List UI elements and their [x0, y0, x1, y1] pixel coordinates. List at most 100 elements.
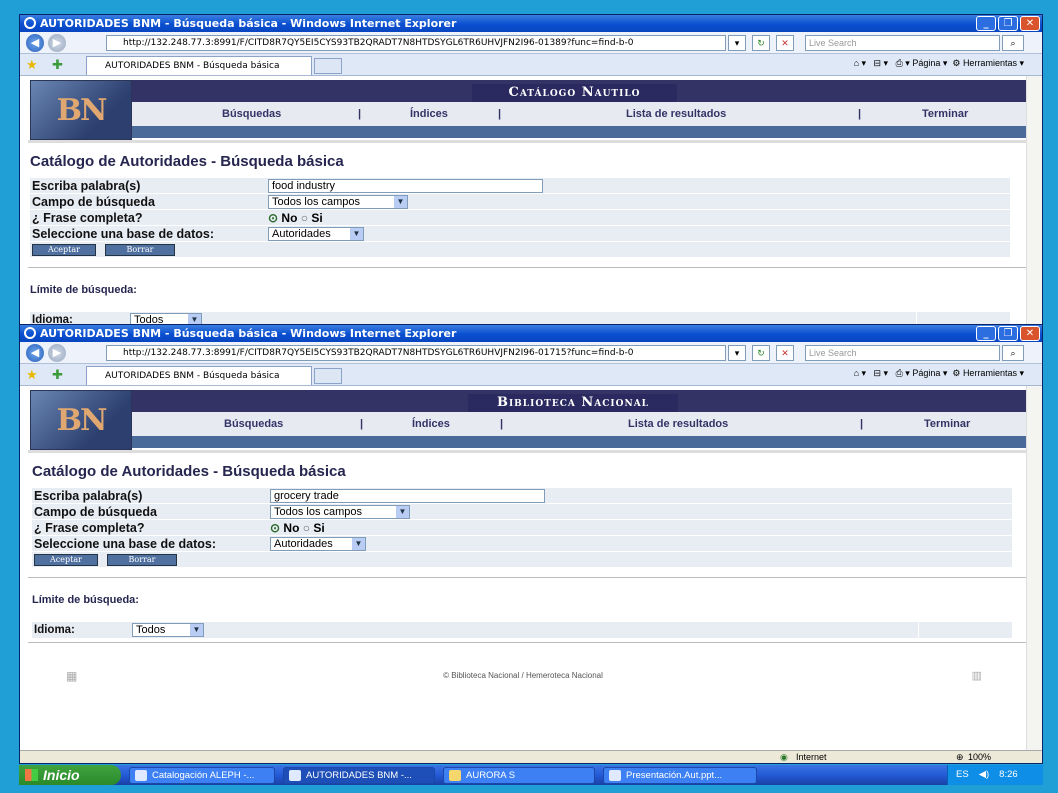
nav-terminar[interactable]: Terminar: [922, 108, 968, 120]
nav-lista-resultados[interactable]: Lista de resultados: [628, 418, 728, 430]
nav-sep: |: [498, 108, 502, 120]
stop-icon[interactable]: ✕: [776, 345, 794, 361]
internet-zone-icon: ◉: [780, 752, 788, 762]
aceptar-button[interactable]: Aceptar: [34, 553, 98, 566]
borrar-button[interactable]: Borrar: [107, 553, 177, 566]
campo-value: Todos los campos: [272, 195, 361, 208]
address-bar: ◀ ▶ http://132.248.77.3:8991/F/CITD8R7QY…: [20, 342, 1042, 364]
favorites-bar: ★ ✚ AUTORIDADES BNM - Búsqueda básica ⌂ …: [20, 364, 1042, 386]
task-presentacion[interactable]: Presentación.Aut.ppt...: [603, 766, 757, 784]
back-icon[interactable]: ◀: [26, 344, 44, 362]
dropdown-arrow-icon[interactable]: ▾: [728, 345, 746, 361]
title-bar[interactable]: AUTORIDADES BNM - Búsqueda básica - Wind…: [20, 15, 1042, 32]
page-menu[interactable]: Página: [912, 368, 940, 378]
divider: [28, 642, 1034, 643]
aceptar-button[interactable]: Aceptar: [32, 243, 96, 256]
close-button[interactable]: ✕: [1020, 16, 1040, 31]
volume-icon[interactable]: ◀): [979, 765, 989, 785]
forward-icon[interactable]: ▶: [48, 34, 66, 52]
stop-icon[interactable]: ✕: [776, 35, 794, 51]
tools-menu[interactable]: Herramientas: [963, 368, 1017, 378]
frase-label: ¿ Frase completa?: [32, 210, 143, 225]
radio-no-label: No: [283, 520, 300, 535]
borrar-button[interactable]: Borrar: [105, 243, 175, 256]
radio-si[interactable]: ○: [301, 211, 308, 225]
divider: [28, 140, 1034, 143]
limite-heading: Límite de búsqueda:: [30, 284, 137, 296]
browser-window-back: AUTORIDADES BNM - Búsqueda básica - Wind…: [19, 14, 1043, 326]
nav-indices[interactable]: Índices: [412, 418, 450, 430]
base-select[interactable]: Autoridades ▼: [268, 226, 364, 241]
nav-lista-resultados[interactable]: Lista de resultados: [626, 108, 726, 120]
maximize-button[interactable]: ❐: [998, 326, 1018, 341]
radio-no[interactable]: ⊙: [268, 211, 278, 225]
forward-icon[interactable]: ▶: [48, 344, 66, 362]
taskbar: Inicio Catalogación ALEPH -... AUTORIDAD…: [19, 765, 1043, 785]
start-button[interactable]: Inicio: [19, 765, 121, 785]
add-favorites-icon[interactable]: ✚: [52, 57, 63, 73]
palabra-label: Escriba palabra(s): [34, 488, 143, 503]
add-favorites-icon[interactable]: ✚: [52, 367, 63, 383]
status-zone: Internet: [796, 752, 827, 762]
task-aurora[interactable]: AURORA S: [443, 766, 595, 784]
browser-window-front: AUTORIDADES BNM - Búsqueda básica - Wind…: [19, 324, 1043, 764]
status-bar: ◉ Internet ⊕ 100%: [20, 750, 1042, 763]
nav-indices[interactable]: Índices: [410, 108, 448, 120]
footer-copyright: © Biblioteca Nacional / Hemeroteca Nacio…: [443, 671, 603, 680]
url-input[interactable]: http://132.248.77.3:8991/F/CITD8R7QY5EI5…: [106, 35, 726, 51]
main-nav: Búsquedas | Índices | Lista de resultado…: [132, 412, 1026, 436]
task-autoridades[interactable]: AUTORIDADES BNM -...: [283, 766, 435, 784]
banner-stripe: [132, 436, 1026, 448]
minimize-button[interactable]: _: [976, 326, 996, 341]
base-select[interactable]: Autoridades ▼: [270, 536, 366, 551]
divider: [28, 450, 1034, 453]
favorites-star-icon[interactable]: ★: [26, 367, 38, 383]
campo-label: Campo de búsqueda: [32, 194, 155, 209]
bn-banner: BN Catálogo Nautilo Búsquedas | Índices …: [20, 76, 1042, 140]
page-menu[interactable]: Página: [912, 58, 940, 68]
campo-select[interactable]: Todos los campos ▼: [270, 504, 410, 519]
back-icon[interactable]: ◀: [26, 34, 44, 52]
banner-title: Biblioteca Nacional: [468, 394, 678, 412]
radio-si[interactable]: ○: [303, 521, 310, 535]
live-search-input[interactable]: Live Search: [805, 345, 1000, 361]
chevron-down-icon: ▼: [190, 624, 203, 636]
language-indicator[interactable]: ES: [956, 765, 969, 785]
divider: [28, 577, 1034, 578]
task-label: Catalogación ALEPH -...: [152, 769, 255, 781]
task-catalogacion[interactable]: Catalogación ALEPH -...: [129, 766, 275, 784]
tab-autoridades[interactable]: AUTORIDADES BNM - Búsqueda básica: [86, 56, 312, 75]
status-zoom[interactable]: 100%: [968, 752, 991, 762]
divider: [28, 267, 1034, 268]
nav-sep: |: [500, 418, 504, 430]
maximize-button[interactable]: ❐: [998, 16, 1018, 31]
new-tab-button[interactable]: [314, 58, 342, 74]
nav-busquedas[interactable]: Búsquedas: [222, 108, 281, 120]
chevron-down-icon: ▼: [394, 195, 407, 208]
url-input[interactable]: http://132.248.77.3:8991/F/CITD8R7QY5EI5…: [106, 345, 726, 361]
favorites-star-icon[interactable]: ★: [26, 57, 38, 73]
refresh-icon[interactable]: ↻: [752, 35, 770, 51]
search-icon[interactable]: ⌕: [1002, 35, 1024, 51]
dropdown-arrow-icon[interactable]: ▾: [728, 35, 746, 51]
new-tab-button[interactable]: [314, 368, 342, 384]
page-title: Catálogo de Autoridades - Búsqueda básic…: [30, 153, 344, 170]
refresh-icon[interactable]: ↻: [752, 345, 770, 361]
live-search-input[interactable]: Live Search: [805, 35, 1000, 51]
tools-menu[interactable]: Herramientas: [963, 58, 1017, 68]
minimize-button[interactable]: _: [976, 16, 996, 31]
search-icon[interactable]: ⌕: [1002, 345, 1024, 361]
idioma-row: Idioma: Todos ▼: [32, 622, 1012, 638]
campo-select[interactable]: Todos los campos ▼: [268, 194, 408, 209]
title-bar[interactable]: AUTORIDADES BNM - Búsqueda básica - Wind…: [20, 325, 1042, 342]
radio-no[interactable]: ⊙: [270, 521, 280, 535]
idioma-select[interactable]: Todos ▼: [132, 623, 204, 637]
palabra-input[interactable]: grocery trade: [270, 488, 545, 503]
close-button[interactable]: ✕: [1020, 326, 1040, 341]
palabra-input[interactable]: food industry: [268, 178, 543, 193]
task-label: AURORA S: [466, 769, 516, 781]
nav-terminar[interactable]: Terminar: [924, 418, 970, 430]
task-label: Presentación.Aut.ppt...: [626, 769, 723, 781]
nav-busquedas[interactable]: Búsquedas: [224, 418, 283, 430]
tab-autoridades[interactable]: AUTORIDADES BNM - Búsqueda básica: [86, 366, 312, 385]
